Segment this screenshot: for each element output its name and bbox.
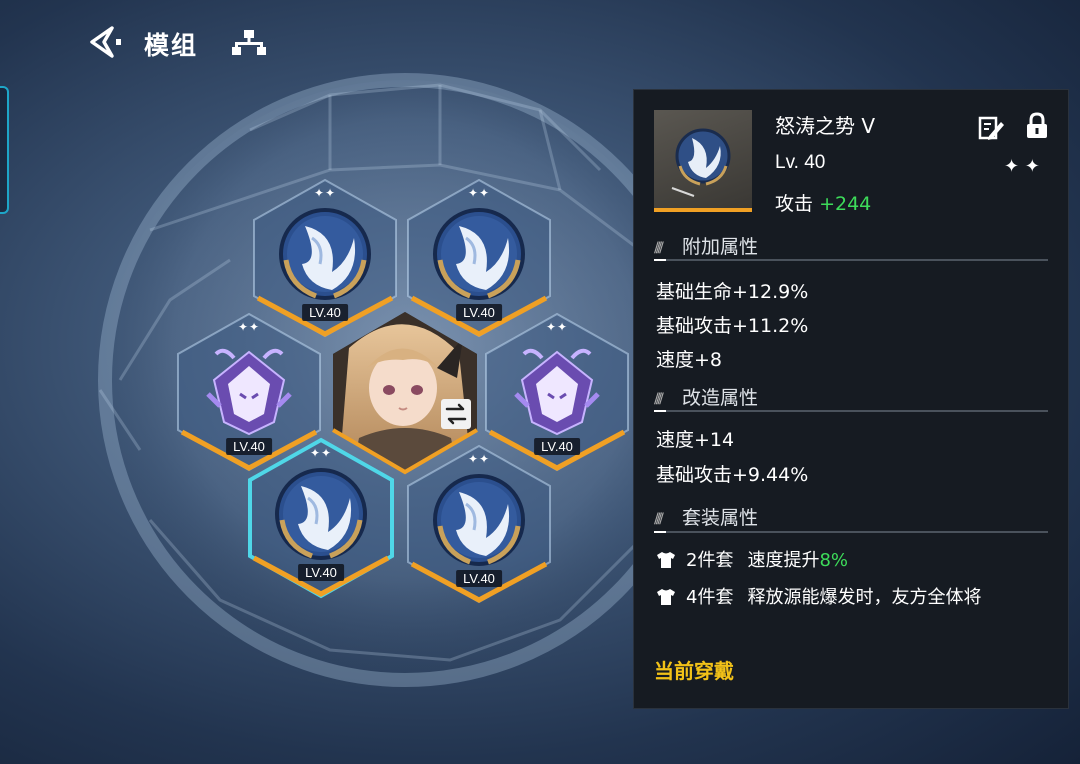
shirt-icon	[656, 551, 676, 574]
set-count: 4件套	[686, 587, 734, 608]
module-name: 怒涛之势 V	[775, 114, 876, 138]
divider	[654, 410, 1048, 412]
section-title: 套装属性	[682, 507, 759, 529]
section-title: 改造属性	[682, 387, 759, 409]
side-tab[interactable]	[0, 86, 9, 214]
equipped-label: 当前穿戴	[654, 659, 734, 683]
section-slash-icon: ////	[654, 390, 664, 407]
swap-icon	[445, 403, 467, 425]
divider	[654, 531, 1048, 533]
module-thumbnail	[654, 110, 752, 212]
top-bar: 模组	[0, 0, 1080, 90]
main-stat-value: +244	[819, 193, 872, 215]
page-title: 模组	[144, 31, 199, 60]
section-title: 附加属性	[682, 236, 759, 258]
set-count: 2件套	[686, 550, 734, 571]
main-stat-label: 攻击	[775, 193, 814, 215]
edit-button[interactable]	[977, 114, 1005, 142]
shirt-icon	[656, 588, 676, 611]
section-slash-icon: ////	[654, 239, 664, 256]
slot-stars: ✦✦	[313, 186, 337, 200]
hierarchy-icon	[232, 30, 266, 55]
module-detail-panel: 怒涛之势 V Lv. 40 攻击 +244 ✦ ✦ //// 附加属性 基础生命+…	[633, 89, 1069, 709]
portrait-image	[331, 312, 479, 475]
section-slash-icon: ////	[654, 510, 664, 527]
wave-emblem-icon	[279, 208, 371, 300]
modify-attr: 基础攻击+9.44%	[656, 464, 809, 486]
rarity-stars: ✦ ✦	[1004, 156, 1040, 177]
set-text: 速度提升	[747, 550, 820, 571]
module-emblem-icon	[671, 128, 731, 197]
hierarchy-button[interactable]	[230, 26, 268, 60]
set-bonus-4: 4件套 释放源能爆发时，友方全体将	[656, 583, 981, 611]
section-set-attrs: //// 套装属性	[654, 503, 758, 530]
swap-button[interactable]	[441, 399, 471, 429]
slot-stars: ✦✦	[237, 320, 261, 334]
section-bonus-attrs: //// 附加属性	[654, 232, 758, 259]
bonus-attr: 基础攻击+11.2%	[656, 315, 809, 337]
modify-attr: 速度+14	[656, 429, 735, 451]
wave-emblem-icon	[275, 468, 367, 560]
slot-stars: ✦✦	[545, 320, 569, 334]
set-value: 8%	[819, 550, 849, 571]
slot-level: LV.40	[456, 570, 502, 587]
back-arrow-icon	[90, 26, 121, 58]
lock-button[interactable]	[1024, 112, 1050, 140]
set-bonus-2: 2件套 速度提升8%	[656, 546, 848, 574]
character-portrait[interactable]	[329, 308, 481, 476]
divider	[654, 259, 1048, 261]
wave-emblem-icon	[433, 474, 525, 566]
bonus-attr: 基础生命+12.9%	[656, 281, 809, 303]
wave-emblem-icon	[433, 208, 525, 300]
slot-stars: ✦✦	[467, 186, 491, 200]
module-level: Lv. 40	[775, 152, 826, 173]
bonus-attr: 速度+8	[656, 349, 723, 371]
section-modify-attrs: //// 改造属性	[654, 383, 758, 410]
main-stat: 攻击 +244	[775, 189, 871, 216]
set-text: 释放源能爆发时，友方全体将	[747, 587, 982, 608]
edit-icon	[978, 116, 1004, 140]
slot-level: LV.40	[298, 564, 344, 581]
back-button[interactable]	[86, 22, 126, 62]
lock-icon	[1027, 112, 1047, 138]
